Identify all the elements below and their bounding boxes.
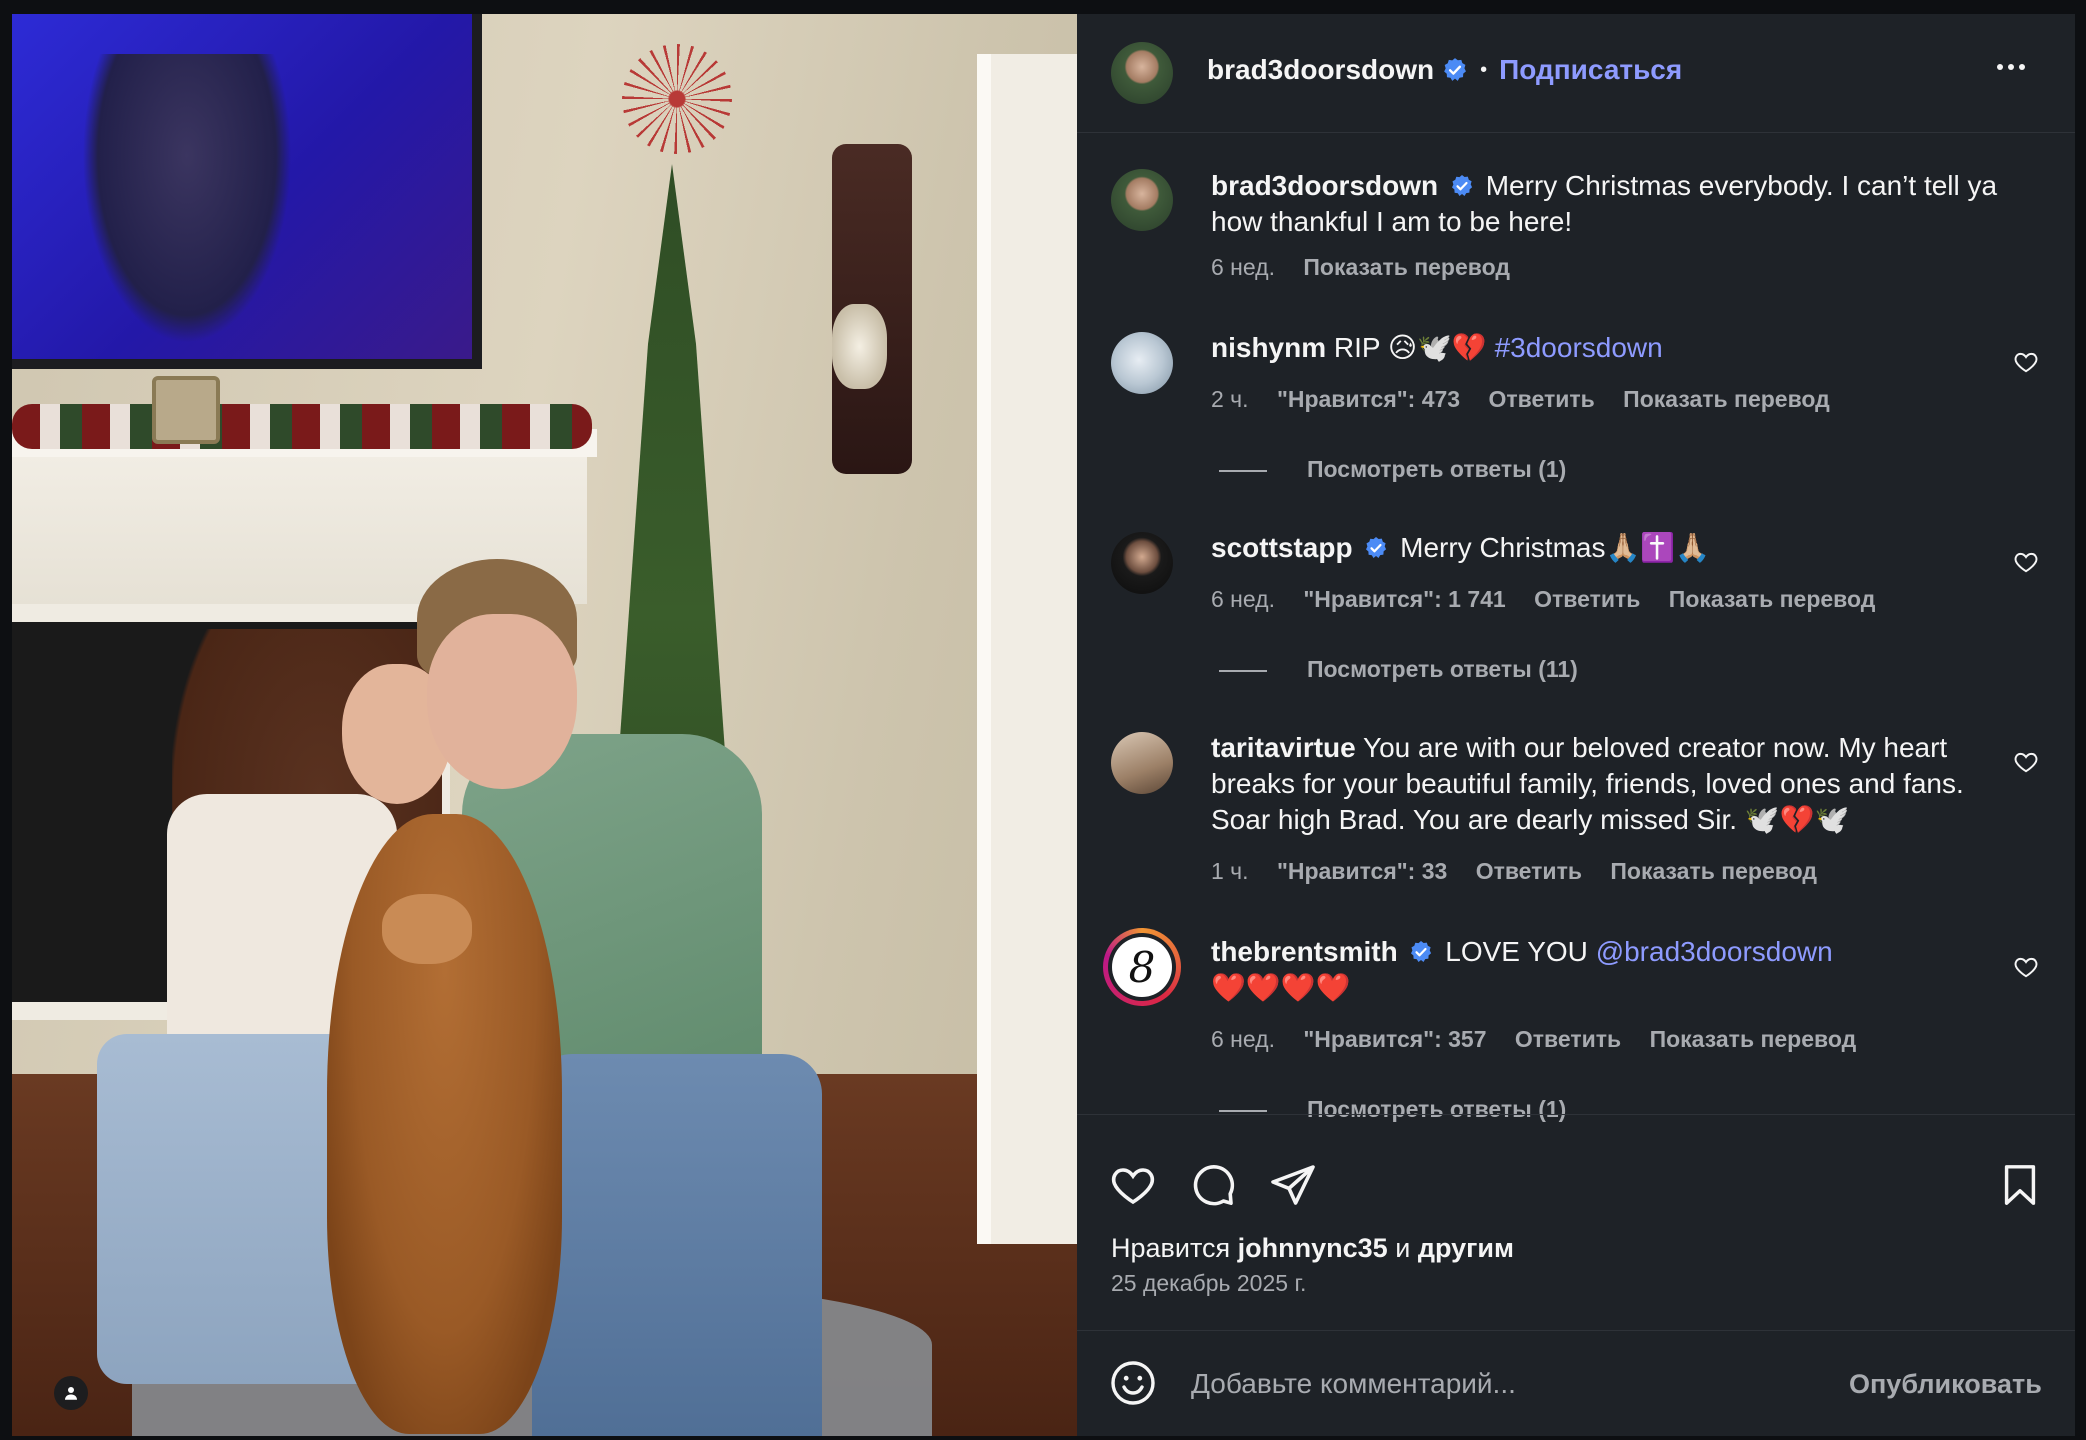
comment-text: RIP 😥🕊️💔 — [1333, 332, 1487, 363]
caption-translate-button[interactable]: Показать перевод — [1303, 254, 1510, 280]
emoji-icon[interactable] — [1109, 1359, 1157, 1407]
comment-text-emoji: ❤️❤️❤️❤️ — [1211, 972, 1351, 1003]
comment-text-block: nishynm RIP 😥🕊️💔 #3doorsdown — [1211, 330, 2011, 366]
comment-username[interactable]: thebrentsmith — [1211, 936, 1398, 967]
verified-icon — [1366, 536, 1387, 558]
replies-divider — [1219, 669, 1267, 672]
author-avatar[interactable] — [1111, 42, 1173, 104]
comment-meta: 6 нед. "Нравится": 357 Ответить Показать… — [1211, 1026, 1878, 1053]
avatar-logo: 8 — [1112, 937, 1172, 997]
comment-text-block: thebrentsmith LOVE YOU @brad3doorsdown ❤… — [1211, 934, 2011, 1006]
caption-meta: 6 нед. Показать перевод — [1211, 254, 1532, 281]
comment-reply-button[interactable]: Ответить — [1534, 586, 1640, 612]
comment-input[interactable] — [1189, 1361, 1753, 1407]
photo-man-jeans — [532, 1054, 822, 1436]
user-tag-icon[interactable] — [54, 1376, 88, 1410]
header-separator: • — [1480, 58, 1488, 81]
photo-garland — [12, 404, 592, 449]
comment-like-icon[interactable] — [2013, 749, 2039, 775]
replies-divider — [1219, 1109, 1267, 1112]
photo-candle — [832, 304, 887, 389]
more-icon — [1997, 64, 2025, 70]
comment-text: LOVE YOU — [1445, 936, 1588, 967]
photo-tree-star — [622, 44, 732, 154]
comment-translate-button[interactable]: Показать перевод — [1623, 386, 1830, 412]
comment-meta: 1 ч. "Нравится": 33 Ответить Показать пе… — [1211, 858, 1839, 885]
photo-door — [977, 54, 1077, 1244]
comment-time[interactable]: 6 нед. — [1211, 586, 1275, 612]
view-replies-label: Посмотреть ответы (1) — [1307, 456, 1567, 482]
comment-username[interactable]: taritavirtue — [1211, 732, 1356, 763]
comment-username[interactable]: scottstapp — [1211, 532, 1353, 563]
photo-tv — [12, 14, 482, 369]
comment-meta: 2 ч. "Нравится": 473 Ответить Показать п… — [1211, 386, 1852, 413]
heart-icon[interactable] — [1109, 1161, 1157, 1209]
comment-text-block: taritavirtue You are with our beloved cr… — [1211, 730, 2011, 838]
comment-like-icon[interactable] — [2013, 349, 2039, 375]
verified-icon — [1451, 174, 1473, 196]
author-line: brad3doorsdown • Подписаться — [1207, 54, 1682, 86]
caption-time[interactable]: 6 нед. — [1211, 254, 1275, 280]
comment-like-icon[interactable] — [2013, 549, 2039, 575]
replies-divider — [1219, 469, 1267, 472]
photo-clock — [152, 376, 220, 444]
comment-mention[interactable]: @brad3doorsdown — [1596, 936, 1833, 967]
comment-text: Merry Christmas🙏🏼✝️🙏🏼 — [1400, 532, 1711, 563]
caption-avatar[interactable] — [1111, 169, 1173, 231]
comment-text-block: scottstapp Merry Christmas🙏🏼✝️🙏🏼 — [1211, 530, 2011, 566]
comment-like-icon[interactable] — [2013, 954, 2039, 980]
comment-likes-count[interactable]: "Нравится": 1 741 — [1303, 586, 1505, 612]
comment-likes-count[interactable]: "Нравится": 473 — [1277, 386, 1460, 412]
comment-composer: Опубликовать — [1077, 1330, 2075, 1437]
follow-button[interactable]: Подписаться — [1499, 54, 1682, 86]
comment-translate-button[interactable]: Показать перевод — [1610, 858, 1817, 884]
comment-hashtag[interactable]: #3doorsdown — [1495, 332, 1663, 363]
caption-username[interactable]: brad3doorsdown — [1211, 170, 1438, 201]
photo-dog-snout — [382, 894, 472, 964]
view-replies-button[interactable]: Посмотреть ответы (1) — [1219, 456, 1566, 483]
likes-prefix: Нравится — [1111, 1233, 1231, 1263]
more-options-button[interactable] — [1997, 64, 2025, 70]
share-icon[interactable] — [1269, 1161, 1317, 1209]
comment-meta: 6 нед. "Нравится": 1 741 Ответить Показа… — [1211, 586, 1897, 613]
comment-likes-count[interactable]: "Нравится": 33 — [1277, 858, 1447, 884]
likes-others[interactable]: другим — [1418, 1233, 1514, 1263]
comment-icon[interactable] — [1189, 1161, 1237, 1209]
post-photo[interactable] — [12, 14, 1077, 1436]
likes-and: и — [1395, 1233, 1411, 1263]
verified-icon — [1411, 940, 1432, 962]
likes-summary: Нравится johnnync35 и другим — [1111, 1233, 1514, 1264]
comment-time[interactable]: 6 нед. — [1211, 1026, 1275, 1052]
comment-reply-button[interactable]: Ответить — [1476, 858, 1582, 884]
likes-user[interactable]: johnnync35 — [1238, 1233, 1388, 1263]
post-actions: Нравится johnnync35 и другим — [1077, 1114, 2075, 1275]
caption-text-block: brad3doorsdown Merry Christmas everybody… — [1211, 168, 2021, 240]
comment-translate-button[interactable]: Показать перевод — [1669, 586, 1876, 612]
comment-time[interactable]: 2 ч. — [1211, 386, 1249, 412]
photo-man-face — [427, 614, 577, 789]
comment-translate-button[interactable]: Показать перевод — [1650, 1026, 1857, 1052]
comment-avatar[interactable]: 8 — [1103, 928, 1181, 1006]
author-username[interactable]: brad3doorsdown — [1207, 54, 1434, 86]
comment-time[interactable]: 1 ч. — [1211, 858, 1249, 884]
comment-reply-button[interactable]: Ответить — [1515, 1026, 1621, 1052]
publish-button[interactable]: Опубликовать — [1849, 1369, 2042, 1400]
post-header: brad3doorsdown • Подписаться — [1077, 14, 2075, 133]
bookmark-icon[interactable] — [1997, 1161, 2043, 1209]
comment-avatar[interactable] — [1111, 332, 1173, 394]
view-replies-label: Посмотреть ответы (11) — [1307, 656, 1578, 682]
comment-reply-button[interactable]: Ответить — [1488, 386, 1594, 412]
comment-username[interactable]: nishynm — [1211, 332, 1326, 363]
comment-avatar[interactable] — [1111, 532, 1173, 594]
comment-avatar[interactable] — [1111, 732, 1173, 794]
view-replies-button[interactable]: Посмотреть ответы (11) — [1219, 656, 1578, 683]
comment-likes-count[interactable]: "Нравится": 357 — [1303, 1026, 1486, 1052]
verified-icon — [1444, 58, 1467, 81]
post-side-panel: brad3doorsdown • Подписаться brad3doorsd… — [1077, 14, 2075, 1436]
post-date[interactable]: 25 декабрь 2025 г. — [1111, 1270, 1306, 1297]
